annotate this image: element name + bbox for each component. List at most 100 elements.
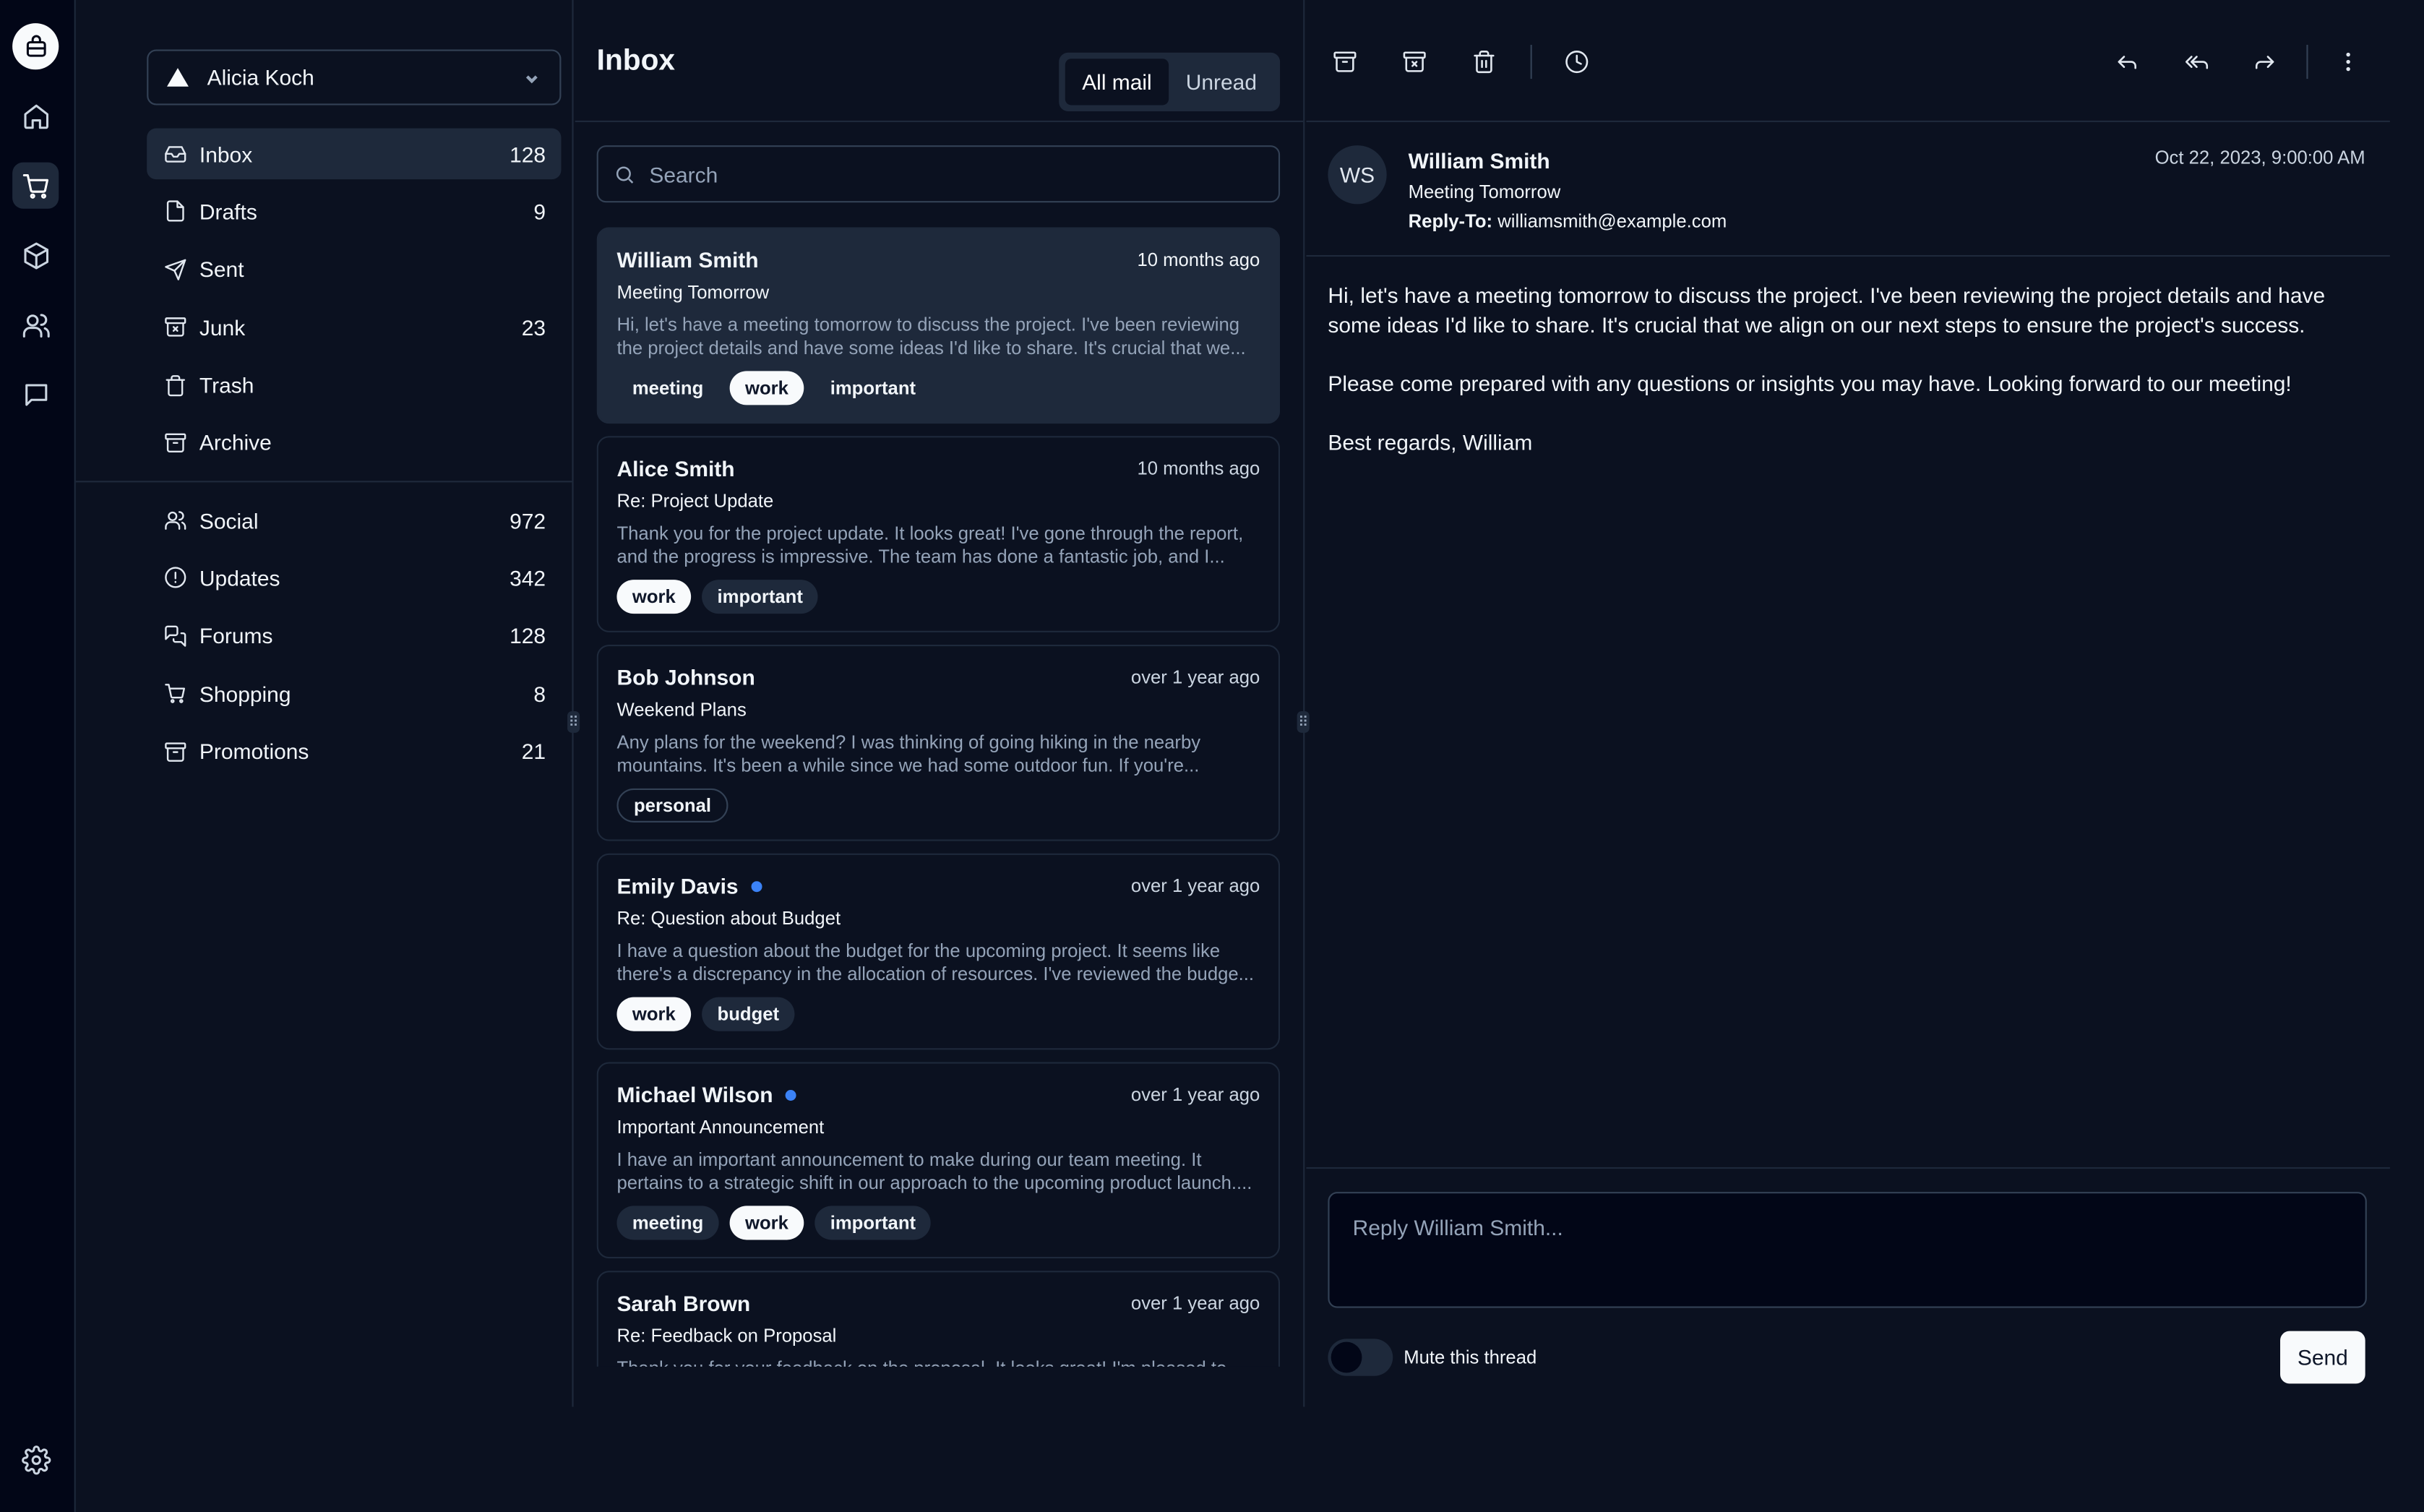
nav-item-count: 21	[521, 739, 546, 764]
mail-sender: Alice Smith	[616, 456, 735, 481]
mail-preview: Thank you for your feedback on the propo…	[616, 1357, 1260, 1367]
mail-filter-tabs: All mail Unread	[1059, 52, 1281, 112]
mail-tag: meeting	[632, 377, 704, 399]
mail-date: Oct 22, 2023, 9:00:00 AM	[2154, 147, 2365, 169]
page-title: Inbox	[596, 45, 676, 77]
nav-item-inbox[interactable]: Inbox 128	[147, 128, 562, 180]
send-button[interactable]: Send	[2280, 1331, 2365, 1384]
unread-dot-icon	[785, 1088, 796, 1100]
mail-sender: Emily Davis	[616, 873, 739, 898]
cart-icon[interactable]	[12, 162, 59, 209]
mail-item[interactable]: Emily Davis over 1 year ago Re: Question…	[596, 853, 1281, 1050]
delete-button[interactable]	[1462, 40, 1505, 84]
mail-tag: work	[616, 580, 692, 614]
mail-sender: Sarah Brown	[616, 1291, 751, 1316]
mail-tag: budget	[702, 997, 795, 1031]
archive-x-icon	[165, 317, 186, 338]
search-icon	[616, 166, 634, 183]
mail-subject: Important Announcement	[616, 1116, 825, 1138]
mute-thread-label: Mute this thread	[1404, 1346, 1537, 1369]
mail-tag: personal	[616, 788, 729, 822]
nav-item-social[interactable]: Social 972	[147, 494, 561, 546]
mail-tag: work	[729, 1206, 804, 1240]
mail-preview: I have an important announcement to make…	[616, 1148, 1252, 1194]
mail-subject: Meeting Tomorrow	[1408, 181, 1561, 203]
mail-subject: Re: Feedback on Proposal	[616, 1325, 837, 1347]
mail-subject: Re: Question about Budget	[616, 907, 841, 929]
mail-toolbar	[1306, 0, 2390, 122]
nav-item-promotions[interactable]: Promotions 21	[147, 726, 561, 777]
search-input[interactable]	[649, 161, 1237, 186]
reply-box	[1328, 1192, 2367, 1308]
mail-time: over 1 year ago	[1130, 875, 1260, 897]
mail-item[interactable]: Alice Smith 10 months ago Re: Project Up…	[596, 436, 1281, 632]
mail-subject: Meeting Tomorrow	[616, 281, 770, 304]
reply-input[interactable]	[1352, 1215, 2342, 1285]
nav-item-updates[interactable]: Updates 342	[147, 552, 561, 603]
mail-preview: I have a question about the budget for t…	[616, 940, 1255, 985]
archive-icon	[1333, 51, 1357, 72]
logo-icon[interactable]	[12, 23, 59, 70]
nav-item-label: Updates	[199, 565, 280, 590]
settings-icon[interactable]	[12, 1436, 59, 1482]
divider	[1306, 1167, 2390, 1169]
message-icon[interactable]	[12, 371, 59, 417]
more-button[interactable]	[2326, 40, 2370, 84]
nav-item-shopping[interactable]: Shopping 8	[147, 668, 561, 719]
category-folders: Social 972 Updates 342 Forums 128 Shoppi…	[147, 494, 561, 783]
nav-item-label: Archive	[199, 430, 272, 455]
reply-to-address: williamsmith@example.com	[1497, 210, 1727, 232]
reply-all-icon	[2185, 56, 2209, 69]
users-icon	[165, 511, 186, 531]
nav-item-trash[interactable]: Trash	[147, 359, 561, 411]
reply-all-button[interactable]	[2175, 40, 2219, 84]
search-box	[596, 145, 1281, 203]
nav-item-label: Inbox	[199, 141, 253, 166]
nav-item-archive[interactable]: Archive	[147, 417, 561, 468]
nav-item-junk[interactable]: Junk 23	[147, 301, 561, 353]
mail-detail-panel: WS William Smith Meeting Tomorrow Reply-…	[1306, 0, 2390, 1406]
mail-preview: Thank you for the project update. It loo…	[616, 522, 1244, 568]
reply-to-label: Reply-To:	[1408, 210, 1493, 232]
account-switcher[interactable]: Alicia Koch	[147, 49, 562, 106]
archive-icon	[165, 433, 186, 452]
nav-item-drafts[interactable]: Drafts 9	[147, 186, 561, 238]
archive-button[interactable]	[1323, 40, 1367, 84]
nav-item-sent[interactable]: Sent	[147, 244, 561, 295]
home-icon[interactable]	[12, 93, 59, 139]
send-icon	[165, 259, 186, 280]
nav-item-forums[interactable]: Forums 128	[147, 610, 561, 661]
tab-all-mail[interactable]: All mail	[1065, 59, 1169, 106]
mail-item[interactable]: Sarah Brown over 1 year ago Re: Feedback…	[596, 1271, 1281, 1367]
tab-unread[interactable]: Unread	[1169, 59, 1273, 105]
forward-button[interactable]	[2243, 40, 2287, 84]
mute-thread-toggle[interactable]	[1328, 1339, 1393, 1376]
divider	[75, 481, 572, 483]
reply-button[interactable]	[2105, 40, 2149, 84]
nav-item-label: Shopping	[199, 681, 291, 706]
snooze-button[interactable]	[1555, 40, 1599, 84]
mail-item[interactable]: Michael Wilson over 1 year ago Important…	[596, 1062, 1281, 1259]
mail-tag: important	[815, 1206, 932, 1240]
nav-item-label: Drafts	[199, 199, 257, 224]
mail-tag: important	[830, 377, 916, 399]
move-to-junk-button[interactable]	[1393, 40, 1436, 84]
archive-icon	[165, 742, 186, 761]
mail-time: 10 months ago	[1137, 458, 1260, 480]
mail-time: 10 months ago	[1137, 249, 1260, 271]
nav-item-count: 128	[510, 141, 546, 166]
forward-icon	[2255, 56, 2274, 69]
mail-sender: William Smith	[616, 247, 759, 272]
mail-subject: Weekend Plans	[616, 698, 747, 721]
reply-to: Reply-To: williamsmith@example.com	[1409, 210, 1727, 232]
mail-list-header: Inbox All mail Unread	[575, 0, 1304, 122]
package-icon[interactable]	[12, 232, 59, 278]
nav-item-label: Sent	[199, 257, 244, 282]
nav-item-count: 342	[510, 565, 546, 590]
clock-icon	[1565, 51, 1589, 74]
nav-item-count: 972	[510, 507, 546, 533]
users-icon[interactable]	[12, 301, 59, 348]
icon-rail	[0, 0, 76, 1512]
mail-item[interactable]: William Smith 10 months ago Meeting Tomo…	[596, 227, 1281, 424]
mail-item[interactable]: Bob Johnson over 1 year ago Weekend Plan…	[596, 644, 1281, 841]
